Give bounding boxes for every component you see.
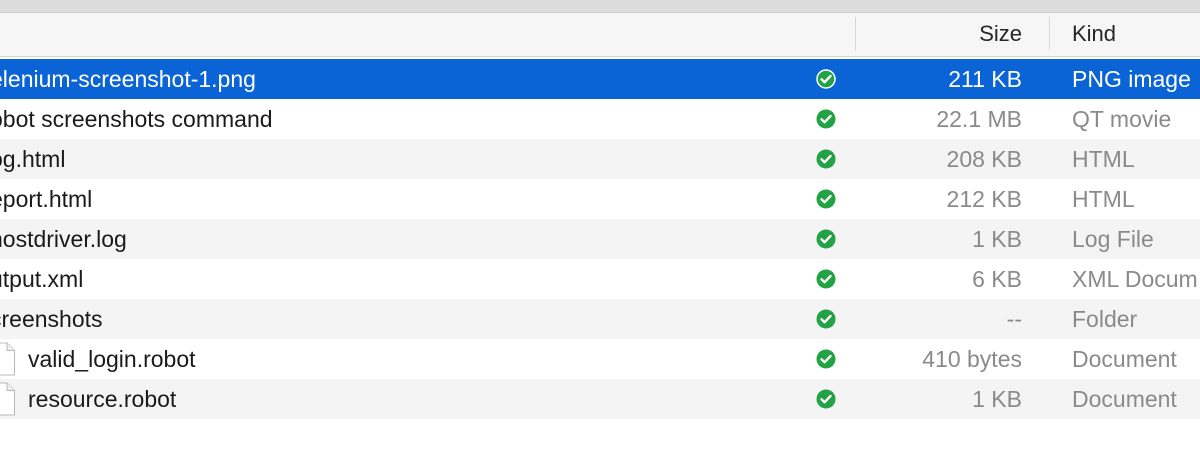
file-row[interactable]: resource.robot 1 KB Document [0,379,1200,419]
file-kind: QT movie [1072,106,1172,132]
document-icon [0,382,15,416]
file-row[interactable]: hostdriver.log 1 KB Log File [0,219,1200,259]
check-circle-icon [816,269,836,289]
file-size: 22.1 MB [936,106,1022,132]
file-kind: Document [1072,386,1177,412]
file-kind: XML Docum [1072,266,1198,292]
file-kind: HTML [1072,146,1135,172]
file-name: valid_login.robot [28,346,196,372]
file-name: utput.xml [0,266,84,292]
check-circle-icon [816,69,836,89]
column-header-size[interactable]: Size [979,21,1022,47]
file-name: og.html [0,146,66,172]
window-top-strip [0,0,1200,13]
folder-row[interactable]: creenshots -- Folder [0,299,1200,339]
document-icon [0,342,15,376]
check-circle-icon [816,229,836,249]
file-name: eport.html [0,186,93,212]
check-circle-icon [816,149,836,169]
folder-name: creenshots [0,306,103,332]
file-size: 6 KB [972,266,1022,292]
file-row[interactable]: eport.html 212 KB HTML [0,179,1200,219]
file-size: 211 KB [948,66,1022,92]
file-kind: PNG image [1072,66,1191,92]
file-list: elenium-screenshot-1.png 211 KB PNG imag… [0,59,1200,459]
column-divider[interactable] [855,17,856,50]
file-size: 410 bytes [922,346,1022,372]
file-kind: HTML [1072,186,1135,212]
file-size: -- [1006,306,1022,332]
file-name: elenium-screenshot-1.png [0,66,256,92]
file-row[interactable]: valid_login.robot 410 bytes Document [0,339,1200,379]
check-circle-icon [816,349,836,369]
check-circle-icon [816,389,836,409]
file-row[interactable]: obot screenshots command 22.1 MB QT movi… [0,99,1200,139]
file-row[interactable]: utput.xml 6 KB XML Docum [0,259,1200,299]
file-size: 1 KB [972,386,1022,412]
file-kind: Log File [1072,226,1154,252]
column-divider[interactable] [1049,17,1050,50]
file-name: obot screenshots command [0,106,273,132]
file-size: 208 KB [946,146,1022,172]
file-size: 212 KB [946,186,1022,212]
check-circle-icon [816,109,836,129]
column-header: Size Kind [0,13,1200,57]
check-circle-icon [816,189,836,209]
column-header-kind[interactable]: Kind [1072,21,1116,47]
file-row[interactable]: og.html 208 KB HTML [0,139,1200,179]
file-name: hostdriver.log [0,226,127,252]
file-row-selected[interactable]: elenium-screenshot-1.png 211 KB PNG imag… [0,59,1200,99]
file-kind: Document [1072,346,1177,372]
check-circle-icon [816,309,836,329]
file-row-partial[interactable] [0,419,1200,459]
file-kind: Folder [1072,306,1138,332]
file-size: 1 KB [972,226,1022,252]
file-name: resource.robot [28,386,177,412]
